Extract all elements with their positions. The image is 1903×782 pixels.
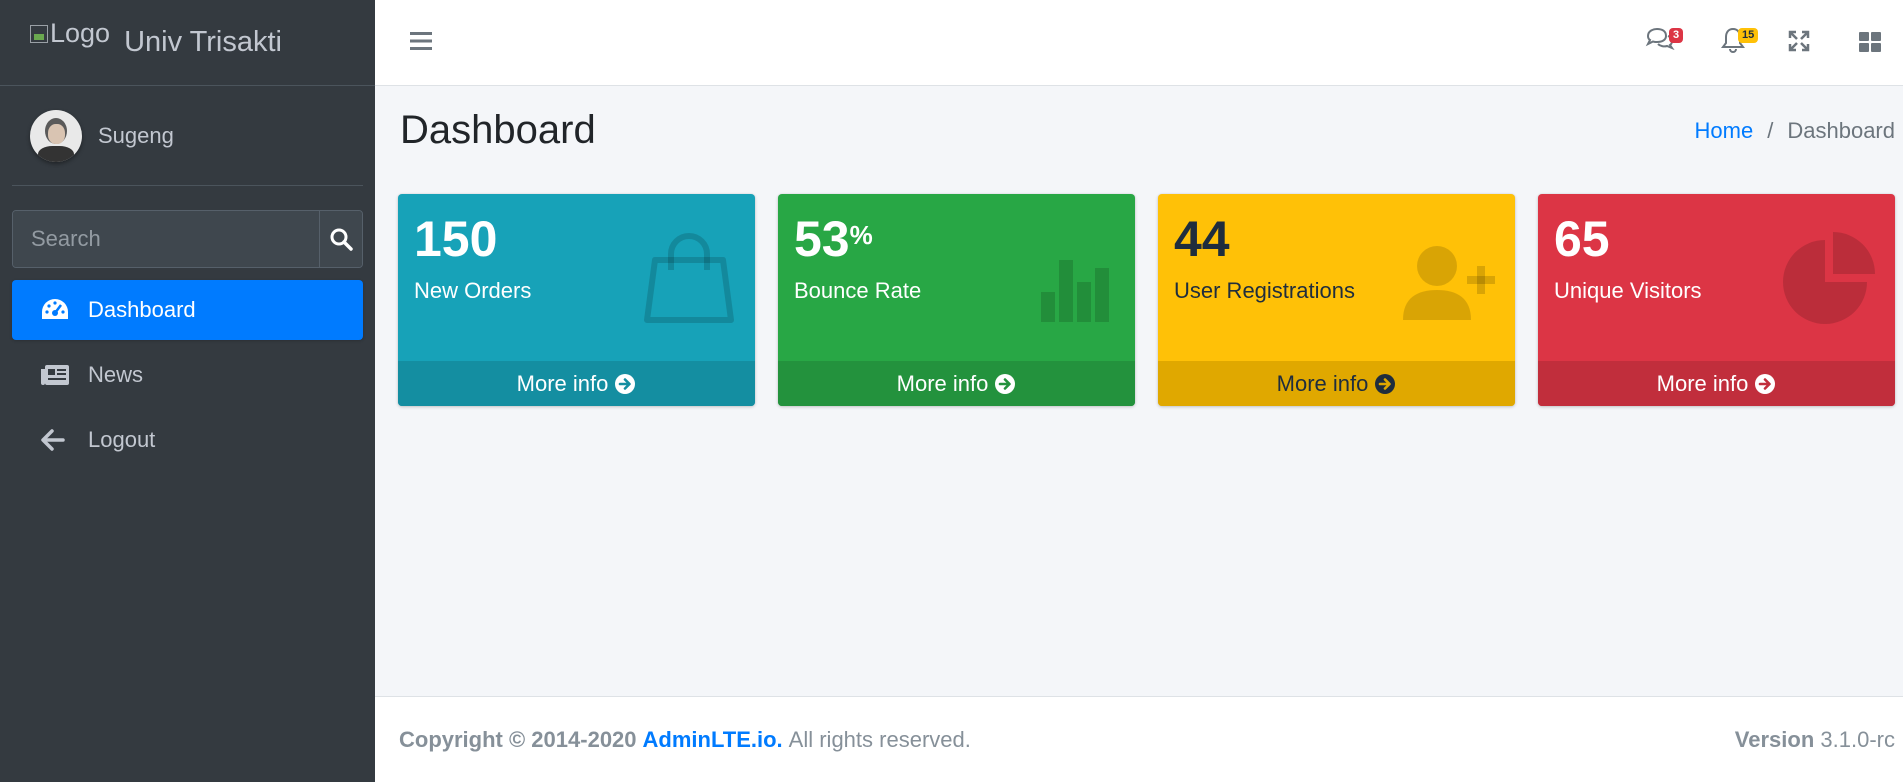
page-footer: Copyright © 2014-2020 AdminLTE.io. All r… <box>375 696 1903 782</box>
more-info-link[interactable]: More info <box>398 361 755 406</box>
arrow-circle-right-icon <box>615 373 636 394</box>
user-name[interactable]: Sugeng <box>98 123 174 149</box>
search-input[interactable] <box>13 211 319 267</box>
stat-boxes: 150 New Orders More info 53% Bounce Rate <box>398 194 1898 406</box>
version-value: 3.1.0-rc <box>1820 726 1895 752</box>
page-title: Dashboard <box>400 108 596 152</box>
messages-badge: 3 <box>1669 28 1684 43</box>
bar-chart-icon <box>1041 260 1109 322</box>
rights-text: All rights reserved. <box>788 726 971 752</box>
bars-icon <box>410 32 432 50</box>
more-info-link[interactable]: More info <box>1538 361 1895 406</box>
stat-box-user-registrations: 44 User Registrations More info <box>1158 194 1515 406</box>
more-info-label: More info <box>1276 370 1369 396</box>
fullscreen-button[interactable] <box>1788 30 1810 57</box>
stat-suffix: % <box>849 220 873 250</box>
broken-image-icon <box>30 24 48 43</box>
sidebar-search <box>12 210 363 268</box>
notifications-badge: 15 <box>1738 28 1759 43</box>
pie-chart-icon <box>1783 232 1875 324</box>
breadcrumb-separator: / <box>1767 118 1774 143</box>
more-info-label: More info <box>516 370 609 396</box>
main-sidebar: Logo Univ Trisakti Sugeng Search Dashboa… <box>0 0 375 782</box>
copyright-text: Copyright © 2014-2020 <box>399 726 637 752</box>
logo-alt-text: Logo <box>50 18 111 48</box>
user-plus-icon <box>1403 246 1495 320</box>
more-info-link[interactable]: More info <box>1158 361 1515 406</box>
arrow-circle-right-icon <box>1375 373 1396 394</box>
avatar <box>30 109 82 162</box>
arrow-circle-right-icon <box>1755 373 1776 394</box>
stat-box-unique-visitors: 65 Unique Visitors More info <box>1538 194 1895 406</box>
breadcrumb-current: Dashboard <box>1787 118 1895 143</box>
messages-button[interactable]: 3 <box>1645 26 1684 59</box>
search-button[interactable] <box>319 211 362 267</box>
sidebar-item-dashboard[interactable]: Dashboard <box>12 280 363 340</box>
top-navbar: 3 15 <box>375 0 1903 86</box>
user-panel[interactable]: Sugeng <box>12 86 363 186</box>
tachometer-icon <box>40 297 72 323</box>
search-icon <box>330 228 353 251</box>
brand-text: Univ Trisakti <box>124 26 282 58</box>
sidebar-item-label: News <box>88 362 144 387</box>
more-info-label: More info <box>896 370 989 396</box>
sidebar-item-label: Logout <box>88 427 156 452</box>
version-label: Version <box>1734 726 1815 752</box>
logo-image: Logo <box>30 18 110 49</box>
arrow-left-icon <box>40 428 72 452</box>
sidebar-item-label: Dashboard <box>88 297 196 322</box>
grid-icon <box>1859 32 1881 52</box>
menu-toggle-button[interactable] <box>410 30 432 57</box>
content-header: Dashboard Home / Dashboard <box>400 108 1895 160</box>
stat-box-bounce-rate: 53% Bounce Rate More info <box>778 194 1135 406</box>
sidebar-item-logout[interactable]: Logout <box>12 410 363 470</box>
more-info-link[interactable]: More info <box>778 361 1135 406</box>
sidebar-nav: Dashboard News Logout <box>12 280 363 470</box>
expand-arrows-icon <box>1788 30 1810 52</box>
arrow-circle-right-icon <box>995 373 1016 394</box>
brand-link[interactable]: Logo Univ Trisakti <box>0 0 375 86</box>
notifications-button[interactable]: 15 <box>1720 26 1759 59</box>
shopping-bag-icon <box>644 233 734 323</box>
adminlte-link[interactable]: AdminLTE.io. <box>643 727 783 753</box>
breadcrumb-home-link[interactable]: Home <box>1695 118 1754 144</box>
sidebar-item-news[interactable]: News <box>12 345 363 405</box>
more-info-label: More info <box>1656 370 1749 396</box>
breadcrumb: Home / Dashboard <box>1695 118 1895 144</box>
control-sidebar-button[interactable] <box>1858 30 1882 59</box>
stat-box-new-orders: 150 New Orders More info <box>398 194 755 406</box>
newspaper-icon <box>40 363 72 387</box>
